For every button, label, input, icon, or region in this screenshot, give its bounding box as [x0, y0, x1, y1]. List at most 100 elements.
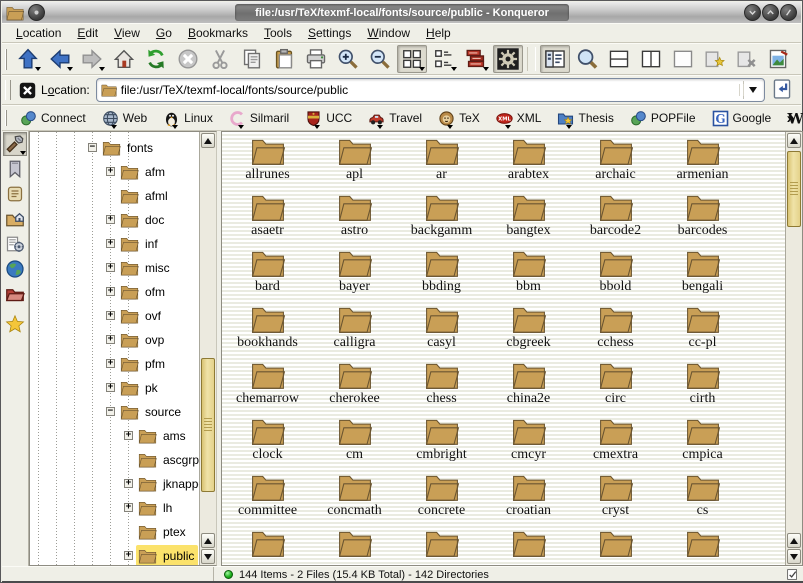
menu-tools[interactable]: Tools [264, 26, 292, 40]
folder-item-apl[interactable]: apl [311, 136, 398, 192]
tree-item-public[interactable]: +public [30, 544, 200, 566]
folder-item-concmath[interactable]: concmath [311, 472, 398, 528]
folder-item-ar[interactable]: ar [398, 136, 485, 192]
tree-item-pk[interactable]: +pk [30, 376, 200, 400]
sidebar-tab-history[interactable] [3, 182, 27, 206]
sidebar-tab-bookmarks[interactable] [3, 157, 27, 181]
menu-view[interactable]: View [114, 26, 140, 40]
folder-item-partial[interactable] [572, 528, 659, 566]
folder-item-bengali[interactable]: bengali [659, 248, 746, 304]
bookmark-tex[interactable]: TeX [435, 107, 483, 129]
scroll-up-button-2[interactable] [787, 533, 801, 548]
folder-item-cirth[interactable]: cirth [659, 360, 746, 416]
sidebar-tab-root-directory[interactable] [3, 282, 27, 306]
tree-item-lh[interactable]: +lh [30, 496, 200, 520]
folder-item-casyl[interactable]: casyl [398, 304, 485, 360]
tree-item-ascgrp[interactable]: ascgrp [30, 448, 200, 472]
bookmark-overflow-button[interactable]: » [787, 110, 795, 127]
tree-item-fonts[interactable]: −fonts [30, 136, 200, 160]
folder-item-backgamm[interactable]: backgamm [398, 192, 485, 248]
tree-item-afm[interactable]: +afm [30, 160, 200, 184]
bookmark-google[interactable]: GGoogle [709, 107, 775, 129]
zoom-out-button[interactable] [365, 45, 395, 73]
books-button[interactable] [461, 45, 491, 73]
expand-icon[interactable]: + [124, 551, 133, 560]
folder-item-cmbright[interactable]: cmbright [398, 416, 485, 472]
sidebar-tab-home-directory[interactable] [3, 207, 27, 231]
icon-view-button[interactable] [397, 45, 427, 73]
sidebar-tab-bookmark-star[interactable] [3, 312, 27, 336]
sidebar-tab-configure[interactable] [3, 132, 27, 156]
tree-scrollbar[interactable] [199, 132, 216, 565]
menu-go[interactable]: Go [156, 26, 172, 40]
forward-button[interactable] [77, 45, 107, 73]
bookmark-travel[interactable]: Travel [365, 107, 425, 129]
go-button[interactable] [771, 78, 795, 102]
folder-icon-view[interactable]: allrunesaplararabtexarchaicarmenianasaet… [221, 131, 803, 566]
reload-button[interactable] [141, 45, 171, 73]
stop-button[interactable] [173, 45, 203, 73]
folder-item-croatian[interactable]: croatian [485, 472, 572, 528]
expand-icon[interactable]: + [124, 431, 133, 440]
menu-settings[interactable]: Settings [308, 26, 351, 40]
up-button[interactable] [13, 45, 43, 73]
folder-item-armenian[interactable]: armenian [659, 136, 746, 192]
folder-item-partial[interactable] [311, 528, 398, 566]
folder-item-concrete[interactable]: concrete [398, 472, 485, 528]
menu-location[interactable]: Location [16, 26, 61, 40]
scroll-down-button[interactable] [201, 549, 215, 564]
tree-item-doc[interactable]: +doc [30, 208, 200, 232]
main-scrollbar-thumb[interactable] [787, 151, 801, 227]
tab-new-button[interactable] [700, 45, 730, 73]
folder-item-archaic[interactable]: archaic [572, 136, 659, 192]
bookmark-xml[interactable]: XMLXML [493, 107, 545, 129]
bookmark-ucc[interactable]: UCC [302, 107, 355, 129]
tree-item-ams[interactable]: +ams [30, 424, 200, 448]
toolbar-handle[interactable] [5, 49, 7, 70]
bookmark-web[interactable]: Web [99, 107, 150, 129]
location-input[interactable]: file:/usr/TeX/texmf-local/fonts/source/p… [96, 78, 765, 102]
tab-close-button[interactable] [732, 45, 762, 73]
tree-item-pfm[interactable]: +pfm [30, 352, 200, 376]
folder-item-cmpica[interactable]: cmpica [659, 416, 746, 472]
sidebar-tab-services[interactable] [3, 232, 27, 256]
find-view-button[interactable] [572, 45, 602, 73]
filter-button[interactable] [796, 45, 803, 73]
tree-item-ofm[interactable]: +ofm [30, 280, 200, 304]
folder-item-arabtex[interactable]: arabtex [485, 136, 572, 192]
folder-item-astro[interactable]: astro [311, 192, 398, 248]
expand-icon[interactable]: + [106, 239, 115, 248]
menu-edit[interactable]: Edit [77, 26, 98, 40]
folder-item-partial[interactable] [398, 528, 485, 566]
folder-item-cherokee[interactable]: cherokee [311, 360, 398, 416]
scroll-up-button[interactable] [201, 133, 215, 148]
zoom-in-button[interactable] [333, 45, 363, 73]
minimize-button[interactable] [744, 4, 761, 21]
close-button[interactable] [780, 4, 797, 21]
folder-item-calligra[interactable]: calligra [311, 304, 398, 360]
folder-item-clock[interactable]: clock [224, 416, 311, 472]
back-button[interactable] [45, 45, 75, 73]
folder-item-cc-pl[interactable]: cc-pl [659, 304, 746, 360]
location-dropdown-button[interactable] [743, 81, 762, 99]
expand-icon[interactable]: + [106, 287, 115, 296]
expand-icon[interactable]: + [124, 479, 133, 488]
bookmark-linux[interactable]: Linux [160, 107, 216, 129]
single-view-button[interactable] [668, 45, 698, 73]
preview-button[interactable] [764, 45, 794, 73]
tree-item-misc[interactable]: +misc [30, 256, 200, 280]
expand-icon[interactable]: + [106, 167, 115, 176]
tree-item-ovf[interactable]: +ovf [30, 304, 200, 328]
folder-item-cs[interactable]: cs [659, 472, 746, 528]
folder-item-cm[interactable]: cm [311, 416, 398, 472]
title-bar[interactable]: file:/usr/TeX/texmf-local/fonts/source/p… [2, 2, 801, 23]
expand-icon[interactable]: + [106, 383, 115, 392]
folder-item-committee[interactable]: committee [224, 472, 311, 528]
tree-scrollbar-thumb[interactable] [201, 358, 215, 492]
main-scrollbar[interactable] [785, 132, 802, 565]
folder-item-bbm[interactable]: bbm [485, 248, 572, 304]
collapse-icon[interactable]: − [88, 143, 97, 152]
folder-item-bookhands[interactable]: bookhands [224, 304, 311, 360]
expand-icon[interactable]: + [106, 215, 115, 224]
page-check-icon[interactable] [786, 568, 799, 581]
